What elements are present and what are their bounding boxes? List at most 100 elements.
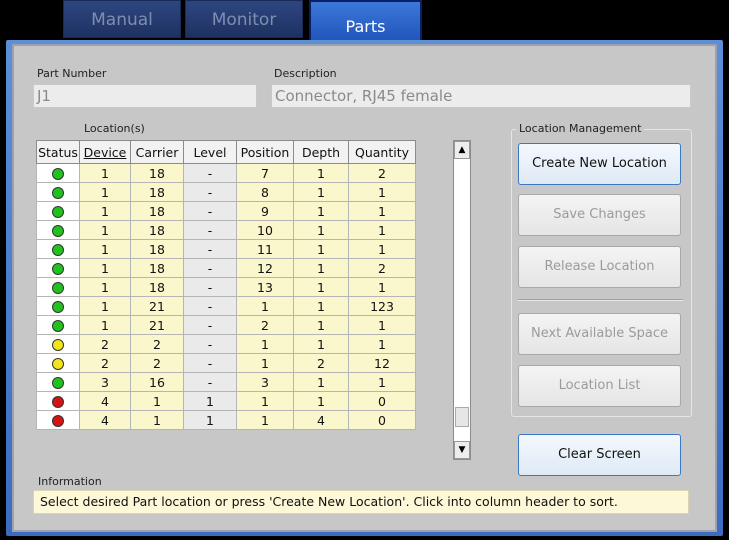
device-cell[interactable]: 2 <box>79 334 131 354</box>
carrier-cell[interactable]: 21 <box>130 315 184 335</box>
device-cell[interactable]: 1 <box>79 315 131 335</box>
table-row[interactable]: 2 2-1 2 12 <box>36 353 416 373</box>
table-row[interactable]: 1 18-9 1 1 <box>36 201 416 221</box>
table-row[interactable]: 1 18-8 1 1 <box>36 182 416 202</box>
next-available-space-button[interactable]: Next Available Space <box>518 313 681 355</box>
carrier-cell[interactable]: 21 <box>130 296 184 316</box>
quantity-cell[interactable]: 0 <box>348 410 416 430</box>
carrier-cell[interactable]: 1 <box>130 410 184 430</box>
depth-cell[interactable]: 1 <box>293 220 349 240</box>
scroll-up-arrow-icon[interactable]: ▲ <box>454 141 470 159</box>
position-cell[interactable]: 1 <box>236 353 294 373</box>
table-row[interactable]: 411110 <box>36 391 416 411</box>
depth-cell[interactable]: 4 <box>293 410 349 430</box>
carrier-cell[interactable]: 1 <box>130 391 184 411</box>
level-cell[interactable]: - <box>183 182 237 202</box>
table-row[interactable]: 1 18-13 1 1 <box>36 277 416 297</box>
quantity-cell[interactable]: 1 <box>348 277 416 297</box>
status-cell[interactable] <box>36 353 80 373</box>
column-header-position[interactable]: Position <box>236 140 294 164</box>
device-cell[interactable]: 1 <box>79 296 131 316</box>
depth-cell[interactable]: 1 <box>293 372 349 392</box>
level-cell[interactable]: - <box>183 239 237 259</box>
table-scrollbar[interactable]: ▲ ▼ <box>453 140 471 460</box>
position-cell[interactable]: 12 <box>236 258 294 278</box>
quantity-cell[interactable]: 2 <box>348 163 416 183</box>
position-cell[interactable]: 2 <box>236 315 294 335</box>
status-cell[interactable] <box>36 296 80 316</box>
depth-cell[interactable]: 1 <box>293 201 349 221</box>
description-field[interactable]: Connector, RJ45 female <box>271 84 691 108</box>
save-changes-button[interactable]: Save Changes <box>518 194 681 236</box>
position-cell[interactable]: 13 <box>236 277 294 297</box>
scroll-down-arrow-icon[interactable]: ▼ <box>454 441 470 459</box>
position-cell[interactable]: 1 <box>236 334 294 354</box>
level-cell[interactable]: - <box>183 296 237 316</box>
part-number-field[interactable]: J1 <box>33 84 257 108</box>
quantity-cell[interactable]: 2 <box>348 258 416 278</box>
table-row[interactable]: 1 18-12 1 2 <box>36 258 416 278</box>
column-header-quantity[interactable]: Quantity <box>348 140 416 164</box>
level-cell[interactable]: 1 <box>183 391 237 411</box>
status-cell[interactable] <box>36 220 80 240</box>
device-cell[interactable]: 3 <box>79 372 131 392</box>
device-cell[interactable]: 4 <box>79 410 131 430</box>
column-header-depth[interactable]: Depth <box>293 140 349 164</box>
table-row[interactable]: 1 18-11 1 1 <box>36 239 416 259</box>
carrier-cell[interactable]: 16 <box>130 372 184 392</box>
status-cell[interactable] <box>36 391 80 411</box>
column-header-level[interactable]: Level <box>183 140 237 164</box>
level-cell[interactable]: - <box>183 201 237 221</box>
table-row[interactable]: 411140 <box>36 410 416 430</box>
device-cell[interactable]: 1 <box>79 182 131 202</box>
device-cell[interactable]: 1 <box>79 220 131 240</box>
level-cell[interactable]: - <box>183 277 237 297</box>
depth-cell[interactable]: 1 <box>293 239 349 259</box>
position-cell[interactable]: 10 <box>236 220 294 240</box>
quantity-cell[interactable]: 1 <box>348 315 416 335</box>
quantity-cell[interactable]: 0 <box>348 391 416 411</box>
carrier-cell[interactable]: 18 <box>130 201 184 221</box>
carrier-cell[interactable]: 18 <box>130 220 184 240</box>
position-cell[interactable]: 1 <box>236 391 294 411</box>
column-header-carrier[interactable]: Carrier <box>130 140 184 164</box>
carrier-cell[interactable]: 18 <box>130 277 184 297</box>
level-cell[interactable]: - <box>183 372 237 392</box>
column-header-status[interactable]: Status <box>36 140 80 164</box>
status-cell[interactable] <box>36 410 80 430</box>
status-cell[interactable] <box>36 239 80 259</box>
create-new-location-button[interactable]: Create New Location <box>518 143 681 185</box>
status-cell[interactable] <box>36 182 80 202</box>
depth-cell[interactable]: 1 <box>293 334 349 354</box>
position-cell[interactable]: 1 <box>236 410 294 430</box>
table-row[interactable]: 1 21-1 1 123 <box>36 296 416 316</box>
depth-cell[interactable]: 1 <box>293 182 349 202</box>
carrier-cell[interactable]: 18 <box>130 258 184 278</box>
quantity-cell[interactable]: 123 <box>348 296 416 316</box>
carrier-cell[interactable]: 2 <box>130 353 184 373</box>
device-cell[interactable]: 1 <box>79 201 131 221</box>
table-row[interactable]: 1 21-2 1 1 <box>36 315 416 335</box>
quantity-cell[interactable]: 1 <box>348 220 416 240</box>
depth-cell[interactable]: 2 <box>293 353 349 373</box>
device-cell[interactable]: 1 <box>79 258 131 278</box>
device-cell[interactable]: 1 <box>79 163 131 183</box>
quantity-cell[interactable]: 1 <box>348 334 416 354</box>
carrier-cell[interactable]: 2 <box>130 334 184 354</box>
quantity-cell[interactable]: 1 <box>348 239 416 259</box>
device-cell[interactable]: 1 <box>79 277 131 297</box>
status-cell[interactable] <box>36 163 80 183</box>
position-cell[interactable]: 1 <box>236 296 294 316</box>
release-location-button[interactable]: Release Location <box>518 246 681 288</box>
level-cell[interactable]: - <box>183 258 237 278</box>
level-cell[interactable]: - <box>183 315 237 335</box>
carrier-cell[interactable]: 18 <box>130 163 184 183</box>
table-row[interactable]: 3 16-3 1 1 <box>36 372 416 392</box>
device-cell[interactable]: 2 <box>79 353 131 373</box>
level-cell[interactable]: - <box>183 220 237 240</box>
device-cell[interactable]: 4 <box>79 391 131 411</box>
table-row[interactable]: 1 18-10 1 1 <box>36 220 416 240</box>
depth-cell[interactable]: 1 <box>293 296 349 316</box>
carrier-cell[interactable]: 18 <box>130 239 184 259</box>
status-cell[interactable] <box>36 315 80 335</box>
